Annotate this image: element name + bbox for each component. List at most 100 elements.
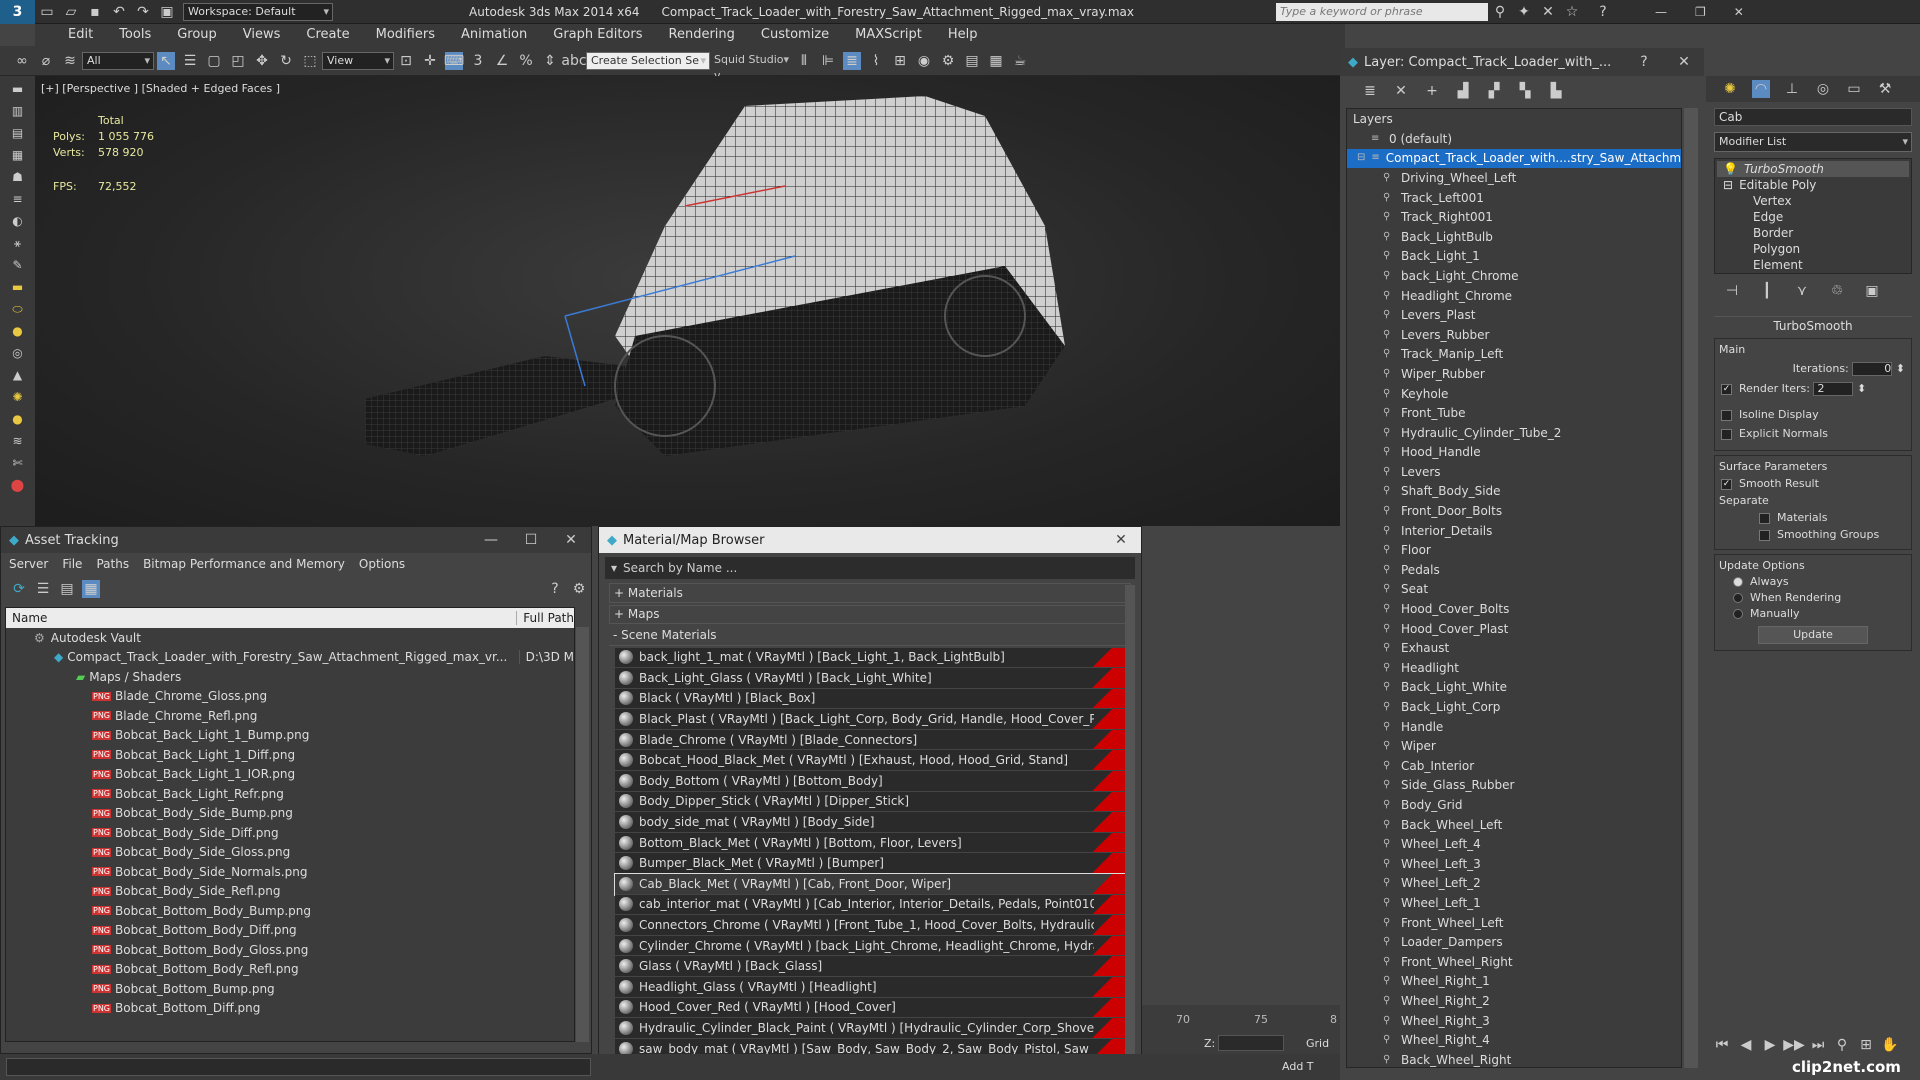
- menu-rendering[interactable]: Rendering: [656, 24, 748, 46]
- tool-icon-7[interactable]: ◐: [7, 214, 29, 230]
- new-file-icon[interactable]: ▭: [38, 3, 56, 21]
- layer-object-row[interactable]: ⚲ Cab_Interior: [1347, 756, 1681, 776]
- asset-file-row[interactable]: PNG Bobcat_Bottom_Body_Refl.png: [6, 960, 574, 980]
- material-row[interactable]: Cab_Black_Met ( VRayMtl ) [Cab, Front_Do…: [614, 873, 1128, 896]
- edit-named-selection-icon[interactable]: abc: [561, 52, 586, 70]
- minimize-button[interactable]: —: [1655, 5, 1667, 19]
- tool-icon-16[interactable]: ●: [7, 412, 29, 428]
- bind-space-warp-icon[interactable]: ≋: [61, 52, 79, 70]
- layer-help-button[interactable]: ?: [1624, 54, 1664, 70]
- selection-filter-dropdown[interactable]: All: [82, 51, 154, 70]
- layer-object-row[interactable]: ⚲ Back_Wheel_Left: [1347, 815, 1681, 835]
- layer-object-row[interactable]: ⚲ Front_Wheel_Left: [1347, 913, 1681, 933]
- layer-object-row[interactable]: ⚲ Back_Light_Corp: [1347, 697, 1681, 717]
- layer-object-row[interactable]: ⚲ Handle: [1347, 717, 1681, 737]
- tool-icon-6[interactable]: ≡: [7, 192, 29, 208]
- tool-icon-8[interactable]: ⚹: [7, 236, 29, 252]
- settings-icon[interactable]: ⚙: [570, 580, 588, 598]
- save-icon[interactable]: ▪: [86, 3, 104, 21]
- material-row[interactable]: body_side_mat ( VRayMtl ) [Body_Side]: [615, 812, 1127, 833]
- create-layer-icon[interactable]: ≣: [1361, 82, 1379, 100]
- separate-materials-checkbox[interactable]: [1759, 512, 1770, 524]
- layer-object-row[interactable]: ⚲ Front_Wheel_Right: [1347, 952, 1681, 972]
- motion-tab-icon[interactable]: ◎: [1814, 80, 1832, 98]
- snap-icon[interactable]: 3: [469, 52, 487, 70]
- menu-tools[interactable]: Tools: [106, 24, 164, 46]
- stack-turbosmooth[interactable]: 💡 TurboSmooth: [1717, 161, 1909, 177]
- layer-object-row[interactable]: ⚲ Wheel_Left_1: [1347, 893, 1681, 913]
- material-row[interactable]: Hood_Cover_Red ( VRayMtl ) [Hood_Cover]: [615, 997, 1127, 1019]
- prev-frame-icon[interactable]: ◀: [1737, 1036, 1755, 1054]
- material-row[interactable]: back_light_1_mat ( VRayMtl ) [Back_Light…: [615, 647, 1127, 669]
- asset-file-row[interactable]: PNG Bobcat_Bottom_Bump.png: [6, 979, 574, 999]
- stack-editable-poly[interactable]: ⊟ Editable Poly: [1717, 177, 1909, 193]
- asset-file-row[interactable]: PNG Bobcat_Bottom_Body_Diff.png: [6, 921, 574, 941]
- asset-file-row[interactable]: PNG Bobcat_Bottom_Body_Bump.png: [6, 901, 574, 921]
- asset-close-button[interactable]: ✕: [551, 532, 591, 548]
- help-icon[interactable]: ?: [1594, 3, 1612, 21]
- column-name[interactable]: Name: [6, 611, 518, 625]
- project-icon[interactable]: ▣: [158, 3, 176, 21]
- perspective-viewport[interactable]: [+] [Perspective ] [Shaded + Edged Faces…: [35, 76, 1340, 526]
- make-unique-icon[interactable]: ⋎: [1793, 282, 1811, 300]
- layer-scrollbar[interactable]: [1684, 108, 1698, 1068]
- viewport-label[interactable]: [+] [Perspective ] [Shaded + Edged Faces…: [41, 82, 280, 95]
- help-icon[interactable]: ?: [546, 580, 564, 598]
- maxscript-listener[interactable]: [6, 1058, 591, 1076]
- tool-icon-2[interactable]: ▥: [7, 104, 29, 120]
- menu-help[interactable]: Help: [935, 24, 991, 46]
- layer-object-row[interactable]: ⚲ Back_Wheel_Right: [1347, 1050, 1681, 1067]
- freeze-layers-icon[interactable]: ▙: [1547, 82, 1565, 100]
- material-row[interactable]: Glass ( VRayMtl ) [Back_Glass]: [615, 956, 1127, 977]
- layer-object-row[interactable]: ⚲ Seat: [1347, 580, 1681, 600]
- menu-modifiers[interactable]: Modifiers: [363, 24, 448, 46]
- asset-file-row[interactable]: PNG Bobcat_Bottom_Body_Gloss.png: [6, 940, 574, 960]
- show-end-result-icon[interactable]: ┃: [1758, 282, 1776, 300]
- asset-menu-options[interactable]: Options: [359, 557, 405, 571]
- menu-customize[interactable]: Customize: [748, 24, 842, 46]
- binoculars-icon[interactable]: ⚲: [1491, 3, 1509, 21]
- material-scrollbar[interactable]: [1125, 585, 1135, 1065]
- isoline-checkbox[interactable]: [1721, 409, 1732, 421]
- render-setup-icon[interactable]: ⚙: [939, 52, 957, 70]
- layer-object-row[interactable]: ⚲ Levers_Rubber: [1347, 325, 1681, 345]
- link-icon[interactable]: ∞: [13, 52, 31, 70]
- material-row[interactable]: Blade_Chrome ( VRayMtl ) [Blade_Connecto…: [615, 729, 1127, 751]
- render-iters-spinner[interactable]: 2: [1813, 382, 1854, 396]
- tool-icon-1[interactable]: ▬: [7, 82, 29, 98]
- align-icon[interactable]: ⊫: [819, 52, 837, 70]
- light-bulb-icon[interactable]: 💡: [1723, 162, 1738, 176]
- asset-minimize-button[interactable]: —: [471, 532, 511, 548]
- render-iters-checkbox[interactable]: ✓: [1721, 383, 1732, 395]
- hide-layers-icon[interactable]: ▚: [1516, 82, 1534, 100]
- add-time-tag[interactable]: Add T: [1282, 1060, 1314, 1073]
- close-button[interactable]: ✕: [1734, 5, 1744, 19]
- layer-object-row[interactable]: ⚲ Body_Grid: [1347, 795, 1681, 815]
- manually-radio[interactable]: [1733, 609, 1743, 619]
- named-selection-sets-dropdown[interactable]: Create Selection Se: [586, 51, 710, 70]
- column-full-path[interactable]: Full Path: [517, 611, 574, 625]
- layer-object-row[interactable]: ⚲ Loader_Dampers: [1347, 932, 1681, 952]
- search-input[interactable]: Type a keyword or phrase: [1275, 2, 1488, 21]
- tool-icon-9[interactable]: ✎: [7, 258, 29, 274]
- subscription-icon[interactable]: ✦: [1515, 3, 1533, 21]
- layer-object-row[interactable]: ⚲ Wiper: [1347, 736, 1681, 756]
- turbosmooth-rollout-header[interactable]: TurboSmooth: [1714, 316, 1912, 334]
- list-view-icon[interactable]: ☰: [34, 580, 52, 598]
- layer-object-row[interactable]: ⚲ Driving_Wheel_Left: [1347, 168, 1681, 188]
- tool-icon-19[interactable]: ⬤: [7, 478, 29, 494]
- layer-object-row[interactable]: ⚲ Hood_Handle: [1347, 443, 1681, 463]
- tool-icon-14[interactable]: ▲: [7, 368, 29, 384]
- spinner-arrows-icon[interactable]: ⬍: [1896, 362, 1905, 375]
- material-close-button[interactable]: ✕: [1101, 532, 1141, 548]
- tool-icon-10[interactable]: ▬: [7, 280, 29, 296]
- app-logo-icon[interactable]: 3: [0, 0, 35, 24]
- asset-file-row[interactable]: PNG Bobcat_Back_Light_1_Diff.png: [6, 745, 574, 765]
- delete-layer-icon[interactable]: ✕: [1392, 82, 1410, 100]
- asset-file-row[interactable]: PNG Bobcat_Bottom_Diff.png: [6, 999, 574, 1019]
- layer-object-row[interactable]: ⚲ Front_Door_Bolts: [1347, 501, 1681, 521]
- pan-icon[interactable]: ✋: [1881, 1036, 1899, 1054]
- tool-icon-4[interactable]: ▦: [7, 148, 29, 164]
- modify-tab-icon[interactable]: ◠: [1752, 80, 1770, 98]
- asset-file-row[interactable]: PNG Bobcat_Body_Side_Refl.png: [6, 882, 574, 902]
